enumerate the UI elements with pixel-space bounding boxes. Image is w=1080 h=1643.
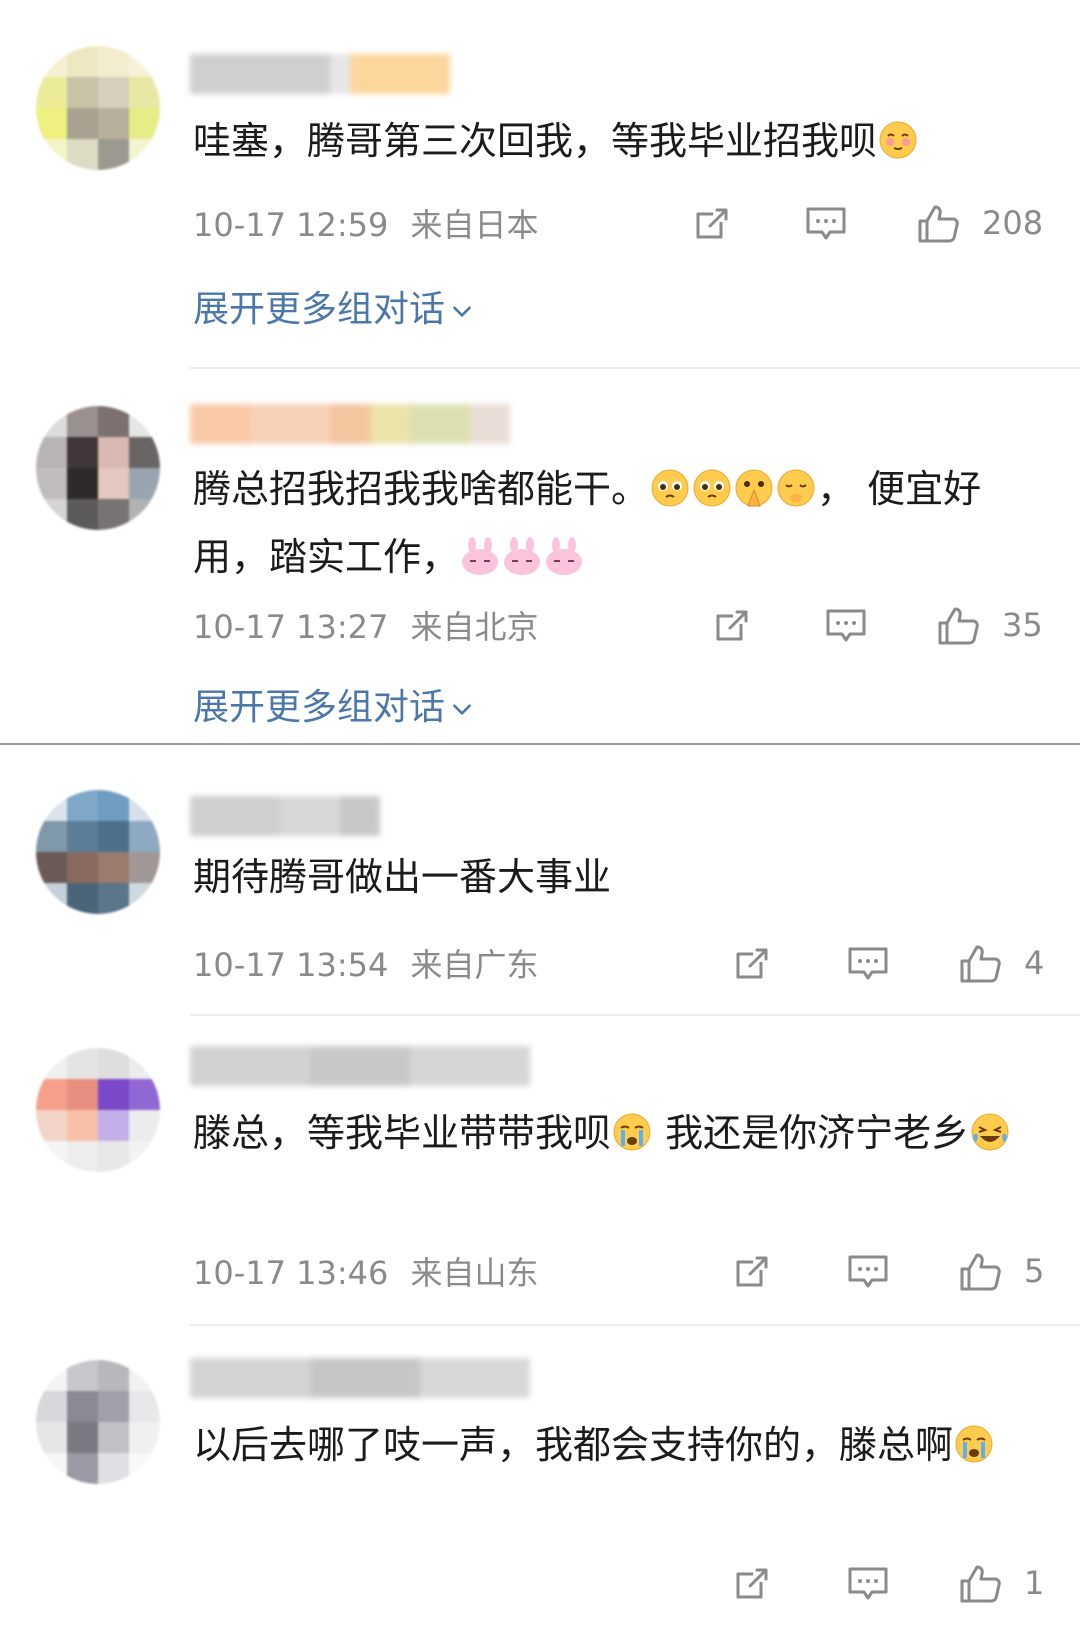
share-icon[interactable] [710, 604, 754, 648]
chevron-down-icon [449, 298, 475, 324]
praying-face-emoji [734, 464, 774, 526]
pink-bunny-emoji [460, 532, 500, 594]
chevron-down-icon [449, 696, 475, 722]
pleading-emoji [650, 464, 690, 526]
shy-face-emoji [878, 116, 918, 178]
pink-bunny-emoji [544, 532, 584, 594]
comment-text: 腾总招我招我我啥都能干。， 便宜好用，踏实工作， [193, 458, 1053, 594]
like-count: 35 [1002, 606, 1043, 644]
crying-face-emoji [612, 1108, 652, 1170]
comment-text: 滕总，等我毕业带带我呗 我还是你济宁老乡 [193, 1102, 1053, 1170]
like-icon[interactable] [916, 202, 960, 246]
like-icon[interactable] [936, 604, 980, 648]
avatar[interactable] [36, 1048, 160, 1172]
username-blurred[interactable] [190, 404, 510, 444]
comment-actions: 35 [0, 604, 1080, 654]
comment-text: 期待腾哥做出一番大事业 [193, 855, 612, 899]
username-blurred[interactable] [190, 1046, 530, 1086]
comment-item: 哇塞，腾哥第三次回我，等我毕业招我呗 10-17 12:59 来自日本 208 … [0, 0, 1080, 352]
comment-actions: 4 [0, 942, 1080, 992]
pink-bunny-emoji [502, 532, 542, 594]
comment-item: 滕总，等我毕业带带我呗 我还是你济宁老乡 10-17 13:46 来自山东 5 [0, 1016, 1080, 1324]
comment-item: 以后去哪了吱一声，我都会支持你的，滕总啊 1 [0, 1326, 1080, 1643]
comment-actions: 1 [0, 1562, 1080, 1612]
username-blurred[interactable] [190, 1358, 530, 1398]
like-icon[interactable] [958, 1250, 1002, 1294]
comment-icon[interactable] [846, 1250, 890, 1294]
share-icon[interactable] [730, 1250, 774, 1294]
pleading-emoji [692, 464, 732, 526]
crying-face-emoji [954, 1420, 994, 1482]
expand-conversation-link[interactable]: 展开更多组对话 [193, 678, 475, 730]
avatar[interactable] [36, 46, 160, 170]
like-icon[interactable] [958, 1562, 1002, 1606]
share-icon[interactable] [690, 202, 734, 246]
laugh-cry-emoji [970, 1108, 1010, 1170]
comment-icon[interactable] [846, 1562, 890, 1606]
comment-icon[interactable] [804, 202, 848, 246]
comment-item: 腾总招我招我我啥都能干。， 便宜好用，踏实工作， 10-17 13:27 来自北… [0, 368, 1080, 744]
comment-actions: 5 [0, 1250, 1080, 1300]
username-blurred[interactable] [190, 796, 380, 836]
hush-face-emoji [776, 464, 816, 526]
comment-icon[interactable] [846, 942, 890, 986]
like-count: 5 [1024, 1252, 1045, 1290]
expand-conversation-link[interactable]: 展开更多组对话 [193, 280, 475, 332]
like-icon[interactable] [958, 942, 1002, 986]
comment-text: 哇塞，腾哥第三次回我，等我毕业招我呗 [193, 110, 1053, 178]
like-count: 4 [1024, 944, 1045, 982]
username-blurred[interactable] [190, 54, 450, 94]
share-icon[interactable] [730, 942, 774, 986]
share-icon[interactable] [730, 1562, 774, 1606]
comment-actions: 208 [0, 202, 1080, 252]
avatar[interactable] [36, 1360, 160, 1484]
comment-item: 期待腾哥做出一番大事业 10-17 13:54 来自广东 4 [0, 746, 1080, 1014]
comment-icon[interactable] [824, 604, 868, 648]
avatar[interactable] [36, 406, 160, 530]
like-count: 1 [1024, 1564, 1045, 1602]
avatar[interactable] [36, 790, 160, 914]
comment-text: 以后去哪了吱一声，我都会支持你的，滕总啊 [193, 1414, 1053, 1482]
like-count: 208 [982, 204, 1044, 242]
screenshot-divider [0, 743, 1080, 745]
